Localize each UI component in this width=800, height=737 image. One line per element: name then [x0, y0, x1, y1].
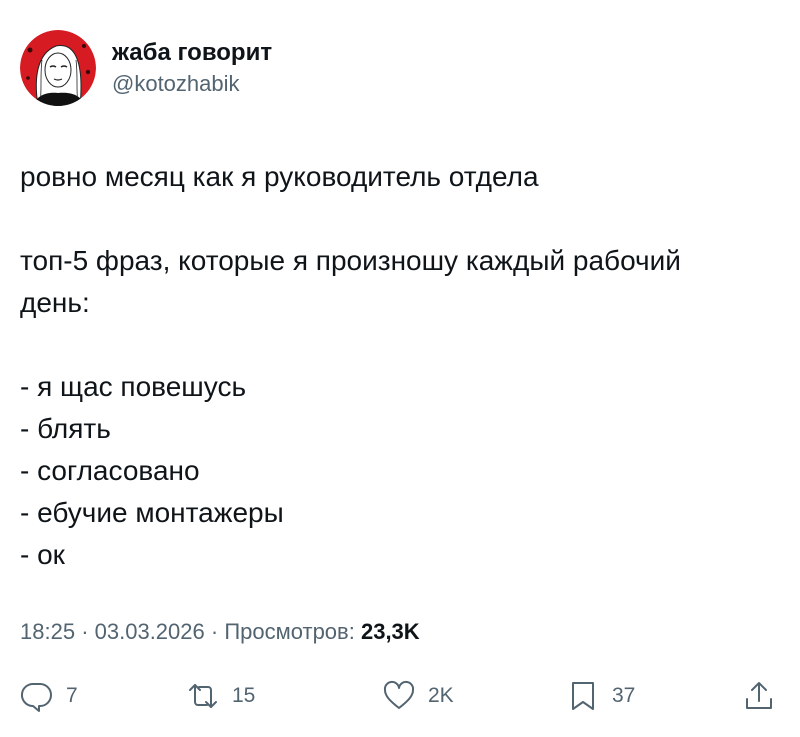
tweet-line: - блять	[20, 413, 111, 444]
reply-icon	[20, 682, 52, 712]
tweet-meta: 18:25 · 03.03.2026 · Просмотров: 23,3K	[20, 618, 420, 646]
bookmark-icon	[572, 682, 594, 710]
tweet-line: топ-5 фраз, которые я произношу каждый р…	[20, 245, 681, 276]
share-icon	[746, 682, 772, 709]
bookmark-button[interactable]: 37	[566, 676, 635, 716]
reply-button[interactable]: 7	[20, 676, 78, 716]
tweet-line	[20, 324, 780, 366]
tweet-date[interactable]: 03.03.2026	[95, 619, 205, 644]
retweet-icon	[189, 684, 217, 708]
tweet-line: - ок	[20, 539, 65, 570]
tweet-actions: 7 15 2K 37	[20, 676, 780, 716]
tweet: жаба говорит @kotozhabik ровно месяц как…	[0, 0, 800, 737]
bookmark-count: 37	[612, 684, 636, 707]
meta-separator: ·	[81, 619, 89, 644]
like-count: 2K	[428, 684, 454, 707]
tweet-header: жаба говорит @kotozhabik	[20, 28, 272, 108]
author-names: жаба говорит @kotozhabik	[112, 38, 272, 98]
tweet-line: - ебучие монтажеры	[20, 497, 284, 528]
reply-count: 7	[66, 684, 78, 707]
user-handle[interactable]: @kotozhabik	[112, 70, 272, 98]
avatar-image	[20, 30, 96, 106]
tweet-line: ровно месяц как я руководитель отдела	[20, 161, 539, 192]
display-name[interactable]: жаба говорит	[112, 38, 272, 68]
tweet-time[interactable]: 18:25	[20, 619, 75, 644]
retweet-button[interactable]: 15	[186, 676, 255, 716]
meta-separator: ·	[210, 619, 219, 644]
tweet-text: ровно месяц как я руководитель отдела то…	[20, 156, 780, 576]
tweet-line	[20, 198, 780, 240]
like-button[interactable]: 2K	[382, 676, 454, 716]
avatar[interactable]	[20, 30, 96, 106]
views-label: Просмотров:	[224, 619, 355, 644]
tweet-line: - согласовано	[20, 455, 200, 486]
share-button[interactable]	[742, 676, 776, 716]
heart-icon	[383, 680, 415, 709]
views-count: 23,3K	[360, 619, 420, 644]
tweet-line: - я щас повешусь	[20, 371, 247, 402]
retweet-count: 15	[232, 684, 256, 707]
tweet-line: день:	[20, 287, 90, 318]
